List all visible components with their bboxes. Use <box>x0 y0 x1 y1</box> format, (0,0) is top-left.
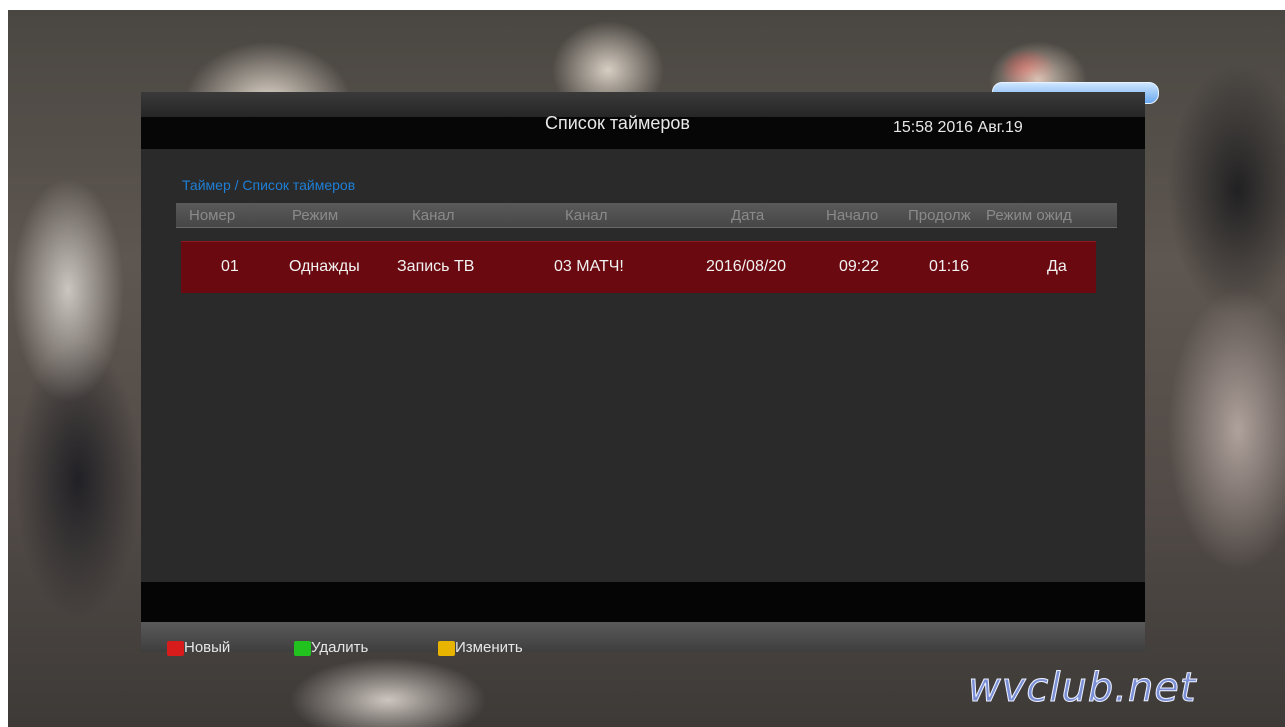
color-key-bar: Новый Удалить Изменить <box>141 622 1145 656</box>
column-channel: Канал <box>565 207 608 224</box>
green-key-icon <box>294 641 311 656</box>
clock: 15:58 2016 Авг.19 <box>893 119 1023 136</box>
column-mode: Режим <box>292 207 339 224</box>
cell-date: 2016/08/20 <box>706 258 787 275</box>
frame-edge-top <box>0 0 1285 10</box>
cell-mode: Однажды <box>289 258 360 275</box>
column-date: Дата <box>731 207 765 224</box>
column-start: Начало <box>826 207 879 224</box>
breadcrumb: Таймер / Список таймеров <box>182 177 356 193</box>
cell-duration: 01:16 <box>929 258 970 275</box>
frame-edge-left <box>0 0 8 727</box>
cell-start: 09:22 <box>839 258 880 275</box>
timer-row[interactable]: 01 Однажды Запись ТВ 03 МАТЧ! 2016/08/20… <box>181 241 1096 293</box>
table-header: Номер Режим Канал Канал Дата Начало Прод… <box>176 203 1117 228</box>
edit-label: Изменить <box>455 639 523 656</box>
timer-list-window: Список таймеров 15:58 2016 Авг.19 Таймер… <box>141 92 1145 656</box>
column-standby: Режим ожид <box>986 207 1072 224</box>
column-number: Номер <box>189 207 236 224</box>
column-channel-type: Канал <box>412 207 455 224</box>
cell-standby: Да <box>1047 258 1067 275</box>
watermark-logo: wvclub.net <box>968 665 1197 712</box>
column-duration: Продолж <box>908 207 971 224</box>
cell-type: Запись ТВ <box>397 258 475 275</box>
red-key-icon <box>167 641 184 656</box>
cell-channel: 03 МАТЧ! <box>554 258 624 275</box>
window-title: Список таймеров <box>545 113 690 133</box>
info-bar <box>141 582 1145 622</box>
cell-number: 01 <box>221 258 239 275</box>
new-label: Новый <box>184 639 231 656</box>
yellow-key-icon <box>438 641 455 656</box>
delete-label: Удалить <box>311 639 369 656</box>
